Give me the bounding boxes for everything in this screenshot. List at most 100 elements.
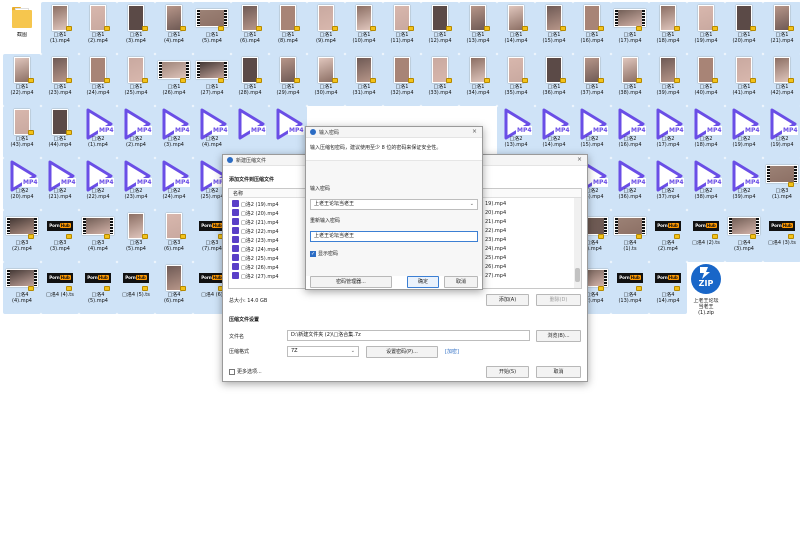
video-file-item[interactable]: □洛1 (30).mp4	[307, 54, 345, 106]
chevron-down-icon[interactable]: ⌄	[470, 200, 474, 209]
video-file-item[interactable]: □洛1 (25).mp4	[117, 54, 155, 106]
video-file-item[interactable]: □洛1 (2).mp4	[79, 2, 117, 54]
video-file-item[interactable]: □洛1 (9).mp4	[307, 2, 345, 54]
format-select[interactable]: 7Z ⌄	[287, 346, 359, 357]
video-file-item[interactable]: □洛1 (43).mp4	[3, 106, 41, 158]
video-file-item[interactable]: MP4 □洛2 (39).mp4	[725, 158, 763, 210]
video-file-item[interactable]: □洛4 (4).mp4	[3, 262, 41, 314]
video-file-item[interactable]: PornHub □洛3 (3).mp4	[41, 210, 79, 262]
video-file-item[interactable]: MP4 □洛2 (16).mp4	[611, 106, 649, 158]
more-options-checkbox[interactable]	[229, 369, 235, 375]
video-file-item[interactable]: PornHub □洛4 (2).mp4	[649, 210, 687, 262]
video-file-item[interactable]: □洛1 (36).mp4	[535, 54, 573, 106]
video-file-item[interactable]: PornHub □洛4 (2).ts	[687, 210, 725, 262]
video-file-item[interactable]: MP4 □洛2 (14).mp4	[535, 106, 573, 158]
video-file-item[interactable]: □洛1 (22).mp4	[3, 54, 41, 106]
video-file-item[interactable]: MP4 □洛2 (17).mp4	[649, 106, 687, 158]
video-file-item[interactable]: □洛1 (26).mp4	[155, 54, 193, 106]
start-button[interactable]: 开始(S)	[486, 366, 529, 378]
browse-button[interactable]: 浏览(B)...	[536, 330, 581, 342]
video-file-item[interactable]: MP4 □洛2 (3).mp4	[155, 106, 193, 158]
video-file-item[interactable]: □洛1 (42).mp4	[763, 54, 800, 106]
cancel-button[interactable]: 取消	[536, 366, 581, 378]
video-file-item[interactable]: PornHub □洛4 (5).ts	[117, 262, 155, 314]
video-file-item[interactable]: MP4 □洛2 (21).mp4	[41, 158, 79, 210]
video-file-item[interactable]: □洛3 (4).mp4	[79, 210, 117, 262]
password-field[interactable]: 上老王论坛当老王 ⌄	[310, 199, 478, 210]
list-scrollbar[interactable]	[574, 198, 581, 288]
video-file-item[interactable]: □洛1 (34).mp4	[459, 54, 497, 106]
video-file-item[interactable]: MP4 □洛2 (22).mp4	[79, 158, 117, 210]
video-file-item[interactable]: MP4 □洛2 (4).mp4	[193, 106, 231, 158]
show-password-checkbox[interactable]: ✓	[310, 251, 316, 257]
video-file-item[interactable]: PornHub □洛4 (14).mp4	[649, 262, 687, 314]
video-file-item[interactable]: MP4	[269, 106, 307, 158]
video-file-item[interactable]: □洛3 (5).mp4	[117, 210, 155, 262]
video-file-item[interactable]: □洛1 (40).mp4	[687, 54, 725, 106]
video-file-item[interactable]: □洛1 (11).mp4	[383, 2, 421, 54]
video-file-item[interactable]: □洛1 (32).mp4	[383, 54, 421, 106]
video-file-item[interactable]: □洛1 (39).mp4	[649, 54, 687, 106]
video-file-item[interactable]: PornHub □洛4 (5).mp4	[79, 262, 117, 314]
video-file-item[interactable]: □洛1 (38).mp4	[611, 54, 649, 106]
video-file-item[interactable]: □洛1 (8).mp4	[269, 2, 307, 54]
video-file-item[interactable]: □洛1 (35).mp4	[497, 54, 535, 106]
video-file-item[interactable]: □洛1 (44).mp4	[41, 106, 79, 158]
repeat-password-field[interactable]: 上老王论坛当老王	[310, 231, 478, 242]
video-file-item[interactable]: □洛1 (17).mp4	[611, 2, 649, 54]
close-icon[interactable]: ×	[472, 128, 477, 135]
video-file-item[interactable]: □洛1 (4).mp4	[155, 2, 193, 54]
video-file-item[interactable]: □洛1 (1).mp4	[41, 2, 79, 54]
video-file-item[interactable]: □洛1 (12).mp4	[421, 2, 459, 54]
video-file-item[interactable]: □洛3 (6).mp4	[155, 210, 193, 262]
more-options-label[interactable]: 更多选项...	[237, 369, 262, 375]
filename-field[interactable]: D:\新建文件夹 (2)\□洛合集.7z	[287, 330, 530, 341]
folder-item[interactable]: 截图	[3, 2, 41, 54]
video-file-item[interactable]: □洛1 (33).mp4	[421, 54, 459, 106]
video-file-item[interactable]: MP4 □洛2 (38).mp4	[687, 158, 725, 210]
video-file-item[interactable]: MP4 □洛2 (13).mp4	[497, 106, 535, 158]
video-file-item[interactable]: PornHub □洛4 (13).mp4	[611, 262, 649, 314]
video-file-item[interactable]: MP4 □洛2 (20).mp4	[3, 158, 41, 210]
video-file-item[interactable]: □洛1 (5).mp4	[193, 2, 231, 54]
video-file-item[interactable]: □洛4 (1).ts	[611, 210, 649, 262]
video-file-item[interactable]: PornHub □洛4 (4).ts	[41, 262, 79, 314]
video-file-item[interactable]: PornHub □洛4 (3).ts	[763, 210, 800, 262]
video-file-item[interactable]: □洛1 (6).mp4	[231, 2, 269, 54]
video-file-item[interactable]: □洛1 (3).mp4	[117, 2, 155, 54]
scrollbar-thumb[interactable]	[575, 268, 580, 282]
video-file-item[interactable]: MP4	[231, 106, 269, 158]
show-password-label[interactable]: 显示密码	[318, 251, 338, 257]
video-file-item[interactable]: □洛1 (15).mp4	[535, 2, 573, 54]
video-file-item[interactable]: □洛1 (28).mp4	[231, 54, 269, 106]
password-manager-button[interactable]: 密码管理器...	[310, 276, 392, 288]
video-file-item[interactable]: MP4 □洛2 (19).mp4	[725, 106, 763, 158]
video-file-item[interactable]: MP4 □洛2 (37).mp4	[649, 158, 687, 210]
add-button[interactable]: 添加(A)	[486, 294, 529, 306]
video-file-item[interactable]: MP4 □洛2 (15).mp4	[573, 106, 611, 158]
video-file-item[interactable]: MP4 □洛2 (1).mp4	[79, 106, 117, 158]
set-password-button[interactable]: 设置密码(P)...	[366, 346, 438, 358]
video-file-item[interactable]: □洛1 (13).mp4	[459, 2, 497, 54]
video-file-item[interactable]: □洛1 (31).mp4	[345, 54, 383, 106]
video-file-item[interactable]: □洛1 (19).mp4	[687, 2, 725, 54]
video-file-item[interactable]: □洛1 (37).mp4	[573, 54, 611, 106]
video-file-item[interactable]: □洛1 (41).mp4	[725, 54, 763, 106]
delete-button[interactable]: 删除(D)	[536, 294, 581, 306]
video-file-item[interactable]: □洛1 (10).mp4	[345, 2, 383, 54]
video-file-item[interactable]: □洛1 (21).mp4	[763, 2, 800, 54]
video-file-item[interactable]: □洛1 (18).mp4	[649, 2, 687, 54]
video-file-item[interactable]: MP4 □洛2 (24).mp4	[155, 158, 193, 210]
close-icon[interactable]: ×	[577, 156, 582, 163]
zip-file-item[interactable]: ZIP 上老王论坛 当老王 (1).zip	[687, 262, 725, 316]
video-file-item[interactable]: □洛1 (23).mp4	[41, 54, 79, 106]
video-file-item[interactable]: □洛1 (16).mp4	[573, 2, 611, 54]
video-file-item[interactable]: MP4 □洛2 (36).mp4	[611, 158, 649, 210]
video-file-item[interactable]: MP4 □洛2 (23).mp4	[117, 158, 155, 210]
video-file-item[interactable]: □洛1 (24).mp4	[79, 54, 117, 106]
video-file-item[interactable]: MP4 □洛2 (2).mp4	[117, 106, 155, 158]
video-file-item[interactable]: □洛3 (2).mp4	[3, 210, 41, 262]
video-file-item[interactable]: MP4 □洛2 (18).mp4	[687, 106, 725, 158]
video-file-item[interactable]: □洛3 (1).mp4	[763, 158, 800, 210]
ok-button[interactable]: 确定	[407, 276, 439, 288]
